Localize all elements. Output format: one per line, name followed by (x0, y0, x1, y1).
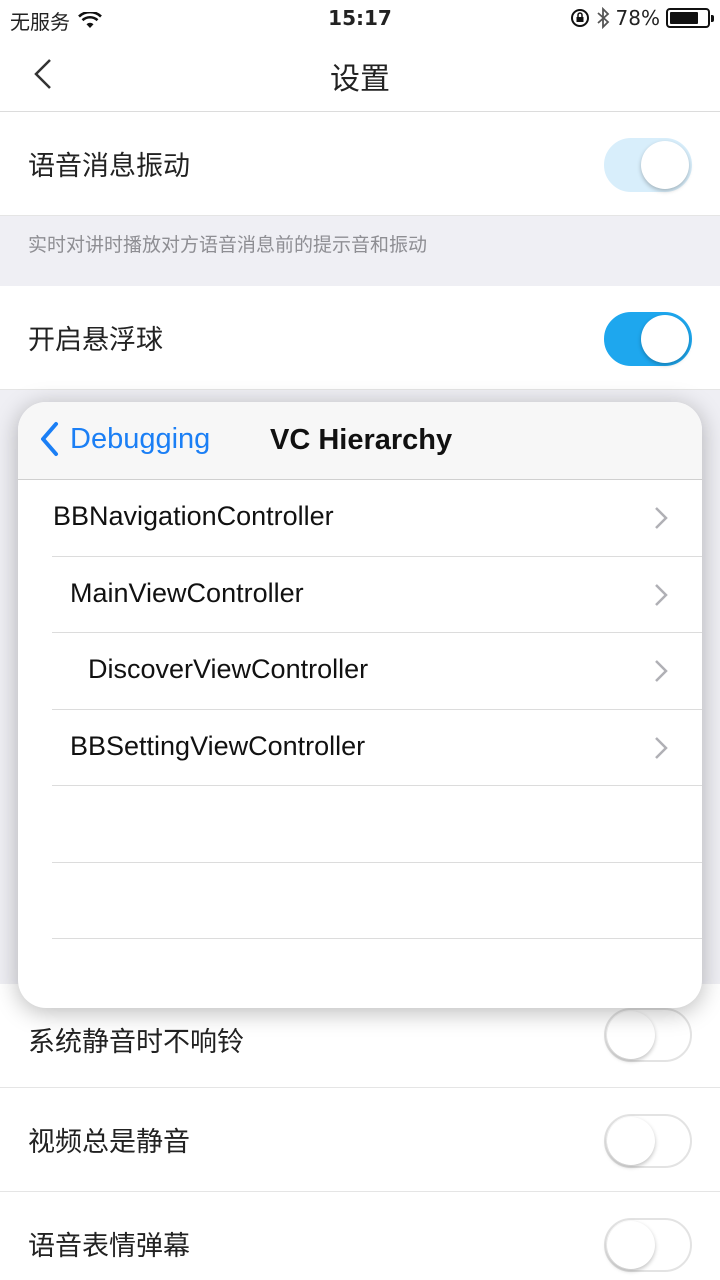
list-item[interactable]: BBNavigationController (52, 480, 702, 557)
toggle-knob (607, 1117, 655, 1165)
list-item-label: BBNavigationController (53, 501, 334, 531)
list-item-label: MainViewController (70, 577, 304, 608)
toggle-knob (641, 315, 689, 363)
panel-header: Debugging VC Hierarchy (18, 402, 702, 480)
list-item[interactable]: DiscoverViewController (52, 633, 702, 710)
status-right: 78% (570, 6, 714, 30)
list-item[interactable]: MainViewController (52, 557, 702, 633)
empty-list-row (52, 786, 702, 863)
chevron-right-icon (655, 660, 668, 682)
video-mute-toggle[interactable] (604, 1114, 692, 1168)
settings-row-video-mute: 视频总是静音 (0, 1088, 720, 1192)
settings-row-float-ball: 开启悬浮球 (0, 286, 720, 390)
toggle-knob (607, 1011, 655, 1059)
list-item-label: BBSettingViewController (70, 730, 366, 761)
debugging-back-button[interactable]: Debugging (38, 420, 210, 458)
panel-title: VC Hierarchy (270, 424, 453, 456)
page-title: 设置 (330, 62, 390, 97)
vc-hierarchy-list: BBNavigationController MainViewControlle… (18, 480, 702, 1008)
row-label: 系统静音时不响铃 (28, 1027, 244, 1058)
nav-bar: 设置 (0, 38, 720, 112)
row-label: 语音表情弹幕 (28, 1231, 190, 1262)
settings-row-voice-emoji: 语音表情弹幕 (0, 1192, 720, 1280)
toggle-knob (641, 141, 689, 189)
status-bar: 无服务 15:17 78% (0, 0, 720, 38)
chevron-right-icon (655, 507, 668, 529)
battery-fill (670, 12, 699, 24)
settings-row-voice-vibrate: 语音消息振动 (0, 112, 720, 216)
silent-no-ring-toggle[interactable] (604, 1008, 692, 1062)
voice-vibrate-toggle[interactable] (604, 138, 692, 192)
list-item[interactable]: BBSettingViewController (52, 710, 702, 786)
back-label: Debugging (70, 422, 211, 455)
orientation-lock-icon (570, 9, 589, 27)
chevron-left-icon (41, 422, 58, 456)
toggle-knob (607, 1221, 655, 1269)
vc-hierarchy-panel: Debugging VC Hierarchy BBNavigationContr… (18, 402, 702, 1008)
list-item-label: DiscoverViewController (88, 654, 369, 684)
section-footer-text: 实时对讲时播放对方语音消息前的提示音和振动 (0, 216, 720, 286)
empty-list-row (52, 939, 702, 1008)
chevron-right-icon (655, 736, 668, 759)
row-label: 开启悬浮球 (28, 325, 163, 356)
voice-emoji-toggle[interactable] (604, 1218, 692, 1272)
battery-percent: 78% (615, 6, 660, 30)
row-label: 语音消息振动 (28, 151, 190, 182)
battery-icon (666, 8, 714, 28)
empty-list-row (52, 863, 702, 939)
row-label: 视频总是静音 (28, 1127, 190, 1158)
bluetooth-icon (596, 7, 609, 29)
float-ball-toggle[interactable] (604, 312, 692, 366)
chevron-right-icon (655, 583, 668, 606)
